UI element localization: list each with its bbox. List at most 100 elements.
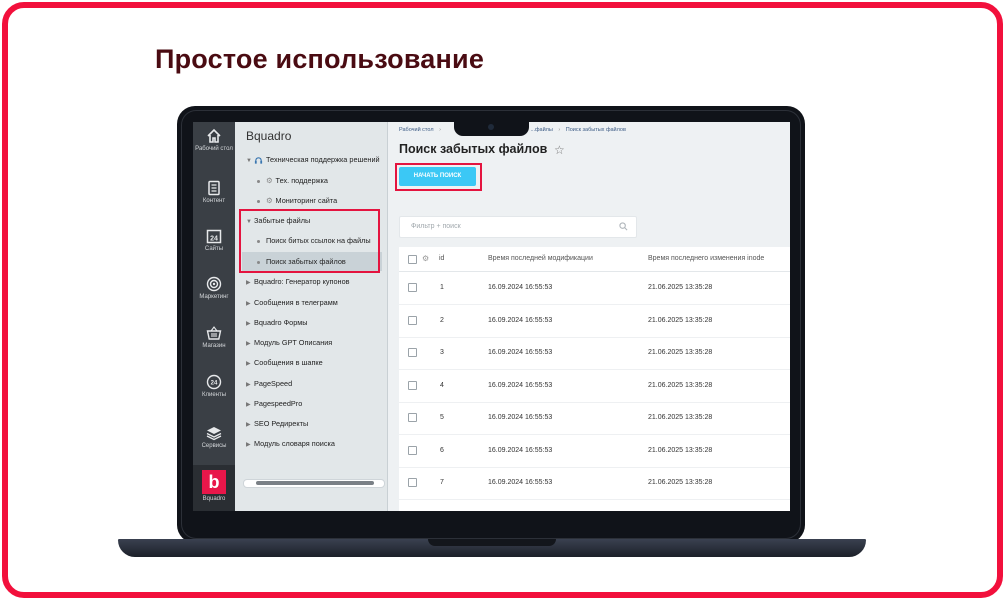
chevron-right-icon: ▶ (246, 321, 251, 327)
row-checkbox[interactable] (408, 283, 417, 292)
rail-item-sites[interactable]: 24 Сайты (193, 228, 235, 253)
cell-id: 7 (440, 479, 444, 486)
menu-item-header-messages[interactable]: ▶ Сообщения в шапке (246, 358, 323, 367)
rail-item-services[interactable]: Сервисы (193, 425, 235, 450)
chevron-right-icon: ▶ (246, 341, 251, 347)
chevron-right-icon: ▶ (246, 361, 251, 367)
basket-icon (206, 326, 222, 340)
rail-item-clients[interactable]: 24 Клиенты (193, 374, 235, 399)
column-header-inode[interactable]: Время последнего изменения inode (648, 255, 764, 262)
menu-item-pagespeed[interactable]: ▶ PageSpeed (246, 379, 292, 388)
menu-item-gpt[interactable]: ▶ Модуль GPT Описания (246, 338, 332, 347)
cell-inode: 21.06.2025 13:35:28 (648, 446, 713, 454)
svg-text:24: 24 (211, 381, 218, 387)
rail-label: Рабочий стол (195, 146, 233, 152)
rail-label: Сервисы (201, 443, 227, 449)
main-content: Рабочий стол › ...файлы › Поиск забытых … (388, 122, 790, 511)
table-row[interactable]: 7 16.09.2024 16:55:53 21.06.2025 13:35:28 (399, 467, 790, 500)
rail-item-bquadro[interactable]: b Bquadro (193, 470, 235, 503)
gear-icon: ⚙ (266, 176, 273, 185)
row-checkbox[interactable] (408, 380, 417, 390)
cell-modified: 16.09.2024 16:55:53 (488, 414, 553, 421)
chevron-right-icon: ▶ (246, 280, 251, 286)
rail-label: Магазин (202, 343, 226, 349)
row-checkbox[interactable] (408, 348, 417, 357)
menu-item-tech-support[interactable]: ⚙ Тех. поддержка (257, 176, 328, 185)
cell-id: 5 (440, 414, 444, 421)
filter-search-input[interactable]: Фильтр + поиск (399, 216, 637, 238)
cell-inode: 21.06.2025 13:35:28 (648, 284, 713, 291)
table-row[interactable]: 1 16.09.2024 16:55:53 21.06.2025 13:35:28 (399, 272, 790, 305)
clock-24-icon: 24 (206, 374, 222, 390)
row-checkbox[interactable] (408, 478, 417, 487)
table-row[interactable]: 6 16.09.2024 16:55:53 21.06.2025 13:35:28 (399, 435, 790, 468)
home-icon (207, 128, 221, 143)
menu-item-monitoring[interactable]: ⚙ Мониторинг сайта (257, 196, 337, 205)
rail-item-shop[interactable]: Магазин (193, 325, 235, 350)
rail-item-content[interactable]: Контент (193, 180, 235, 205)
rail-label: Клиенты (201, 392, 227, 398)
row-checkbox[interactable] (408, 445, 417, 455)
highlight-box (395, 163, 482, 191)
menu-item-support[interactable]: ▼ Техническая поддержка решений (246, 155, 380, 165)
column-header-modified[interactable]: Время последней модификации (488, 255, 593, 262)
cell-id: 4 (440, 381, 444, 389)
table-row[interactable]: 2 16.09.2024 16:55:53 21.06.2025 13:35:28 (399, 305, 790, 338)
cell-modified: 16.09.2024 16:55:53 (488, 479, 553, 486)
page-title: Поиск забытых файлов (399, 142, 548, 156)
chevron-right-icon: ▶ (246, 402, 251, 408)
table-row[interactable]: 3 16.09.2024 16:55:53 21.06.2025 13:35:28 (399, 337, 790, 370)
icon-rail: Рабочий стол Контент 24 Сайты Маркетинг … (193, 122, 235, 511)
row-checkbox[interactable] (408, 315, 417, 325)
camera-icon (488, 124, 494, 130)
table-row[interactable]: 4 16.09.2024 16:55:53 21.06.2025 13:35:28 (399, 370, 790, 403)
rail-item-desktop[interactable]: Рабочий стол (193, 128, 235, 153)
cell-modified: 16.09.2024 16:55:53 (488, 349, 553, 356)
chevron-right-icon: ▶ (246, 301, 251, 307)
menu-scrollbar[interactable] (243, 479, 385, 488)
table-row[interactable]: 5 16.09.2024 16:55:53 21.06.2025 13:35:28 (399, 402, 790, 435)
search-icon[interactable] (619, 222, 628, 231)
chevron-right-icon: ▶ (246, 422, 251, 428)
highlight-box (239, 209, 380, 273)
bullet-icon (257, 199, 260, 203)
document-icon (208, 180, 220, 196)
menu-item-pagespeedpro[interactable]: ▶ PagespeedPro (246, 399, 302, 408)
column-header-id[interactable]: id (439, 255, 444, 262)
table-header: ⚙ id Время последней модификации Время п… (399, 247, 790, 272)
cell-modified: 16.09.2024 16:55:53 (488, 316, 553, 324)
row-checkbox[interactable] (408, 413, 417, 422)
star-icon[interactable]: ☆ (554, 143, 565, 157)
rail-label: Контент (202, 198, 226, 204)
svg-text:24: 24 (210, 236, 218, 243)
gear-icon[interactable]: ⚙ (422, 254, 429, 263)
cell-modified: 16.09.2024 16:55:53 (488, 446, 553, 454)
laptop-base-notch (428, 539, 556, 546)
rail-item-marketing[interactable]: Маркетинг (193, 276, 235, 301)
menu-item-search-dictionary[interactable]: ▶ Модуль словаря поиска (246, 439, 335, 448)
module-menu: Bquadro ▼ Техническая поддержка решений ⚙… (235, 122, 388, 511)
chevron-down-icon: ▼ (246, 158, 252, 164)
chevron-right-icon: ▶ (246, 442, 251, 448)
headline: Простое использование (155, 44, 485, 74)
select-all-checkbox[interactable] (408, 255, 417, 264)
cell-inode: 21.06.2025 13:35:28 (648, 381, 713, 389)
breadcrumb-item[interactable]: ...файлы (530, 127, 552, 133)
menu-item-coupons[interactable]: ▶ Bquadro: Генератор купонов (246, 277, 350, 286)
laptop-screen: Рабочий стол Контент 24 Сайты Маркетинг … (193, 122, 790, 511)
cell-inode: 21.06.2025 13:35:28 (648, 414, 713, 421)
menu-item-seo-redirects[interactable]: ▶ SEO Редиректы (246, 419, 308, 428)
layers-icon (206, 427, 222, 441)
cell-id: 3 (440, 349, 444, 356)
files-table: ⚙ id Время последней модификации Время п… (399, 247, 790, 511)
menu-item-telegram[interactable]: ▶ Сообщения в телеграмм (246, 298, 338, 307)
breadcrumb-item[interactable]: Рабочий стол (399, 127, 434, 133)
scrollbar-thumb[interactable] (256, 481, 374, 485)
menu-item-forms[interactable]: ▶ Bquadro Формы (246, 318, 308, 327)
target-icon (206, 276, 222, 292)
cell-id: 2 (440, 316, 444, 324)
cell-inode: 21.06.2025 13:35:28 (648, 349, 713, 356)
breadcrumb-item[interactable]: Поиск забытых файлов (566, 127, 626, 133)
gear-icon: ⚙ (266, 196, 273, 205)
cell-id: 6 (440, 446, 444, 454)
